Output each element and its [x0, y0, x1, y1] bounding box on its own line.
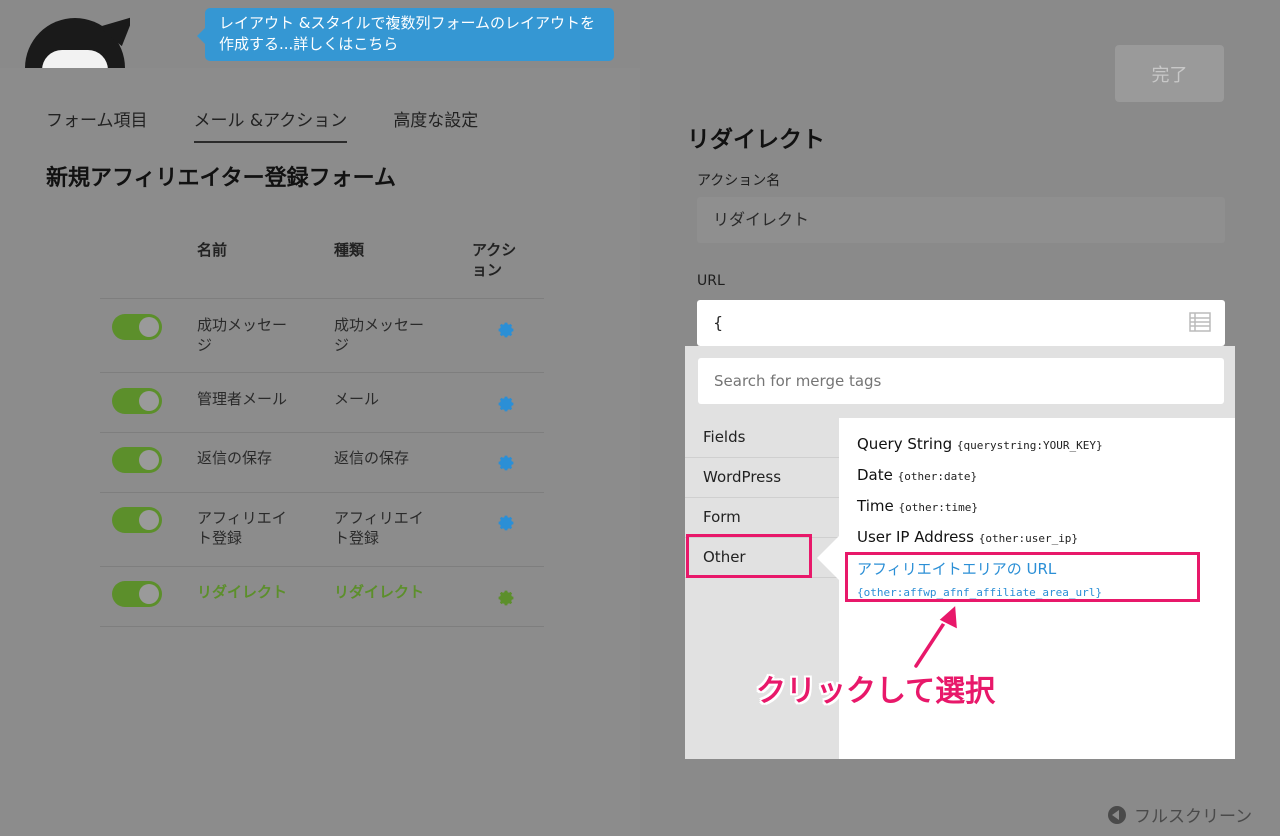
form-builder-panel: フォーム項目 メール &アクション 高度な設定 新規アフィリエイター登録フォーム… — [0, 68, 640, 836]
action-name-label: アクション名 — [697, 173, 781, 189]
table-header: 名前 種類 アクション — [100, 238, 544, 299]
table-row: 管理者メール メール — [100, 373, 544, 433]
action-panel-title: リダイレクト — [687, 127, 825, 153]
action-type: アフィリエイト登録 — [334, 509, 424, 547]
tab-form-fields[interactable]: フォーム項目 — [46, 106, 148, 143]
action-type: メール — [334, 390, 380, 408]
action-name: 返信の保存 — [197, 449, 273, 467]
table-row: 成功メッセージ 成功メッセージ — [100, 299, 544, 373]
highlight-box-affiliate-url — [845, 552, 1200, 602]
url-label: URL — [697, 273, 725, 289]
gear-icon[interactable] — [496, 588, 516, 608]
action-name: 成功メッセージ — [197, 316, 288, 354]
table-row: アフィリエイト登録 アフィリエイト登録 — [100, 493, 544, 567]
action-toggle[interactable] — [112, 447, 162, 473]
table-row: 返信の保存 返信の保存 — [100, 433, 544, 493]
category-wordpress[interactable]: WordPress — [685, 458, 839, 498]
merge-tags-icon[interactable] — [1189, 312, 1211, 332]
action-type: 成功メッセージ — [334, 316, 425, 354]
action-name-field[interactable]: リダイレクト — [697, 197, 1225, 243]
form-title: 新規アフィリエイター登録フォーム — [46, 166, 397, 191]
column-name-header: 名前 — [197, 241, 228, 259]
table-row: リダイレクト リダイレクト — [100, 567, 544, 627]
selection-pointer — [817, 536, 839, 580]
done-button[interactable]: 完了 — [1115, 45, 1224, 102]
merge-tag-item[interactable]: Query String {querystring:YOUR_KEY} — [857, 435, 1103, 453]
category-fields[interactable]: Fields — [685, 418, 839, 458]
action-toggle[interactable] — [112, 388, 162, 414]
gear-icon[interactable] — [496, 453, 516, 473]
action-toggle[interactable] — [112, 314, 162, 340]
fullscreen-label: フルスクリーン — [1134, 807, 1253, 827]
gear-icon[interactable] — [496, 513, 516, 533]
url-field[interactable]: { — [697, 300, 1225, 346]
gear-icon[interactable] — [496, 394, 516, 414]
tab-emails-actions[interactable]: メール &アクション — [193, 106, 348, 143]
actions-table: 名前 種類 アクション 成功メッセージ 成功メッセージ 管理者メール メール 返… — [100, 238, 544, 627]
tab-advanced-settings[interactable]: 高度な設定 — [393, 106, 478, 143]
fullscreen-toggle[interactable]: フルスクリーン — [1108, 802, 1252, 827]
annotation-callout: クリックして選択 — [756, 674, 996, 709]
merge-tag-item[interactable]: Time {other:time} — [857, 497, 978, 515]
builder-tabs: フォーム項目 メール &アクション 高度な設定 — [46, 106, 524, 143]
merge-tag-item[interactable]: Date {other:date} — [857, 466, 977, 484]
action-toggle[interactable] — [112, 581, 162, 607]
action-name: 管理者メール — [197, 390, 288, 408]
annotation-arrow-icon — [912, 601, 960, 670]
highlight-box-other — [686, 534, 812, 578]
url-value: { — [713, 313, 724, 332]
column-actions-header: アクション — [472, 241, 517, 279]
collapse-arrow-icon — [1108, 805, 1126, 824]
merge-tag-item[interactable]: User IP Address {other:user_ip} — [857, 528, 1078, 546]
action-name: リダイレクト — [197, 583, 288, 601]
action-type: 返信の保存 — [334, 449, 410, 467]
layout-tip-tooltip[interactable]: レイアウト &スタイルで複数列フォームのレイアウトを作成する...詳しくはこちら — [197, 8, 614, 61]
action-toggle[interactable] — [112, 507, 162, 533]
gear-icon[interactable] — [496, 320, 516, 340]
category-form[interactable]: Form — [685, 498, 839, 538]
merge-tag-search-input[interactable] — [698, 358, 1224, 404]
action-name: アフィリエイト登録 — [197, 509, 287, 547]
action-type: リダイレクト — [334, 583, 425, 601]
column-type-header: 種類 — [334, 241, 365, 259]
